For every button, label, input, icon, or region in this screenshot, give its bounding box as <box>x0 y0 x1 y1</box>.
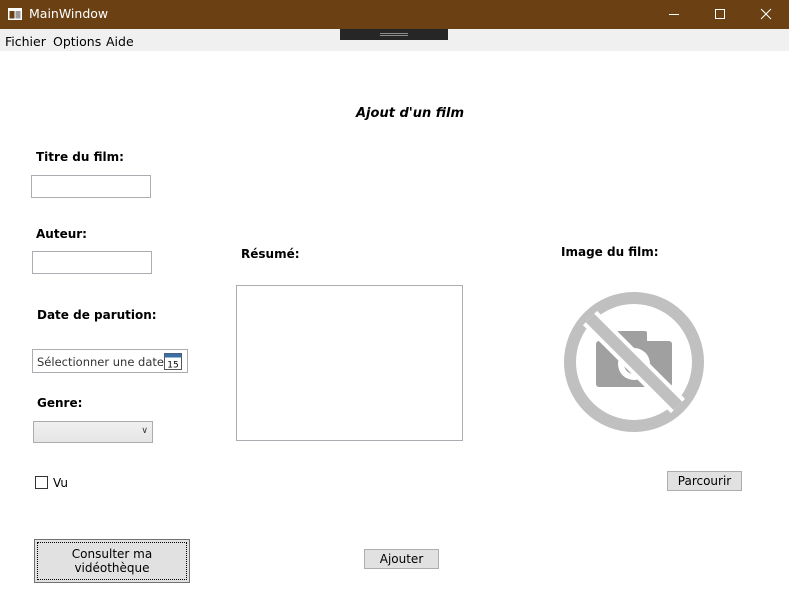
seen-label[interactable]: Vu <box>53 476 68 490</box>
image-label: Image du film: <box>561 245 659 259</box>
app-window-icon <box>8 8 22 20</box>
date-label: Date de parution: <box>37 308 157 322</box>
library-button[interactable]: Consulter ma vidéothèque <box>34 539 190 583</box>
window-title: MainWindow <box>29 6 109 21</box>
author-label: Auteur: <box>36 227 87 241</box>
author-input[interactable] <box>32 251 152 274</box>
browse-button[interactable]: Parcourir <box>667 471 742 491</box>
menu-fichier[interactable]: Fichier <box>5 34 46 49</box>
title-bar: MainWindow <box>0 0 789 29</box>
title-label: Titre du film: <box>36 150 124 164</box>
close-icon <box>760 8 772 20</box>
genre-label: Genre: <box>37 396 83 410</box>
date-picker[interactable]: Sélectionner une date 15 <box>32 349 188 373</box>
add-button[interactable]: Ajouter <box>364 549 439 569</box>
no-photo-icon <box>564 292 704 432</box>
title-input[interactable] <box>31 175 151 198</box>
menu-aide[interactable]: Aide <box>106 34 134 49</box>
maximize-icon <box>715 9 725 19</box>
calendar-icon[interactable]: 15 <box>164 353 182 370</box>
menu-options[interactable]: Options <box>53 34 101 49</box>
minimize-button[interactable] <box>651 0 697 29</box>
summary-textarea[interactable] <box>236 285 463 441</box>
seen-checkbox[interactable] <box>35 476 48 489</box>
maximize-button[interactable] <box>697 0 743 29</box>
close-button[interactable] <box>743 0 789 29</box>
summary-label: Résumé: <box>241 247 300 261</box>
calendar-day: 15 <box>167 361 178 371</box>
date-placeholder: Sélectionner une date <box>37 355 164 369</box>
genre-select[interactable]: ∨ <box>33 421 153 443</box>
minimize-icon <box>669 14 679 15</box>
chevron-down-icon: ∨ <box>141 426 148 436</box>
debug-toolbar-grip[interactable] <box>340 29 448 40</box>
page-title: Ajout d'un film <box>356 106 464 121</box>
